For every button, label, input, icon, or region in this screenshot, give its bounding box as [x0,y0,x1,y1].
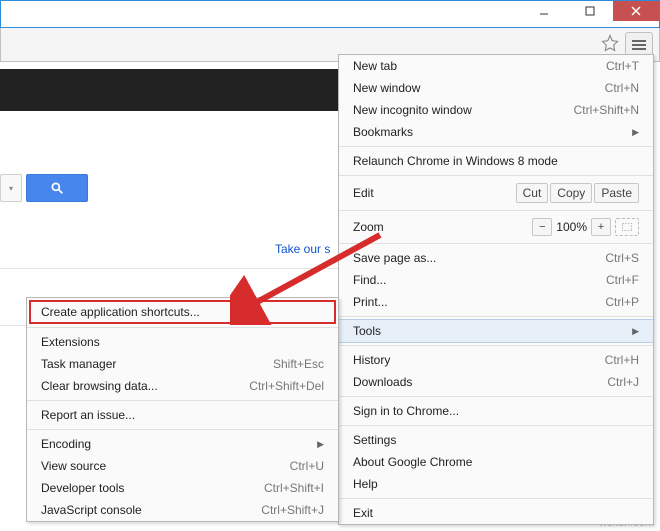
menu-exit[interactable]: Exit [339,502,653,524]
maximize-button[interactable] [567,1,613,21]
bookmark-star-icon[interactable] [601,34,619,55]
menu-relaunch-win8[interactable]: Relaunch Chrome in Windows 8 mode [339,150,653,172]
menu-print[interactable]: Print...Ctrl+P [339,291,653,313]
menu-history[interactable]: HistoryCtrl+H [339,349,653,371]
submenu-extensions[interactable]: Extensions [27,331,338,353]
zoom-in-button[interactable]: + [591,218,611,236]
submenu-view-source[interactable]: View sourceCtrl+U [27,455,338,477]
submenu-report-issue[interactable]: Report an issue... [27,404,338,426]
menu-new-tab[interactable]: New tabCtrl+T [339,55,653,77]
menu-downloads[interactable]: DownloadsCtrl+J [339,371,653,393]
window-titlebar [0,0,660,28]
close-button[interactable] [613,1,659,21]
menu-save-as[interactable]: Save page as...Ctrl+S [339,247,653,269]
submenu-encoding[interactable]: Encoding▶ [27,433,338,455]
menu-signin[interactable]: Sign in to Chrome... [339,400,653,422]
menu-about[interactable]: About Google Chrome [339,451,653,473]
menu-new-window[interactable]: New windowCtrl+N [339,77,653,99]
edit-cut-button[interactable]: Cut [516,183,549,203]
search-button[interactable] [26,174,88,202]
submenu-task-manager[interactable]: Task managerShift+Esc [27,353,338,375]
menu-zoom: Zoom − 100% + [339,214,653,240]
chevron-right-icon: ▶ [632,127,639,138]
menu-tools[interactable]: Tools▶ [339,319,653,343]
edit-copy-button[interactable]: Copy [550,183,592,203]
menu-find[interactable]: Find...Ctrl+F [339,269,653,291]
submenu-developer-tools[interactable]: Developer toolsCtrl+Shift+I [27,477,338,499]
submenu-clear-data[interactable]: Clear browsing data...Ctrl+Shift+Del [27,375,338,397]
submenu-create-shortcuts[interactable]: Create application shortcuts... [29,300,336,324]
chrome-main-menu: New tabCtrl+T New windowCtrl+N New incog… [338,54,654,525]
chevron-right-icon: ▶ [317,439,324,450]
menu-edit: Edit Cut Copy Paste [339,179,653,207]
survey-link[interactable]: Take our s [275,242,330,256]
zoom-out-button[interactable]: − [532,218,552,236]
tools-submenu: Create application shortcuts... Extensio… [26,297,339,522]
menu-settings[interactable]: Settings [339,429,653,451]
menu-bookmarks[interactable]: Bookmarks▶ [339,121,653,143]
zoom-level: 100% [556,220,587,234]
submenu-js-console[interactable]: JavaScript consoleCtrl+Shift+J [27,499,338,521]
menu-incognito[interactable]: New incognito windowCtrl+Shift+N [339,99,653,121]
page-header-bar [0,69,338,111]
fullscreen-button[interactable] [615,218,639,236]
menu-help[interactable]: Help [339,473,653,495]
chevron-right-icon: ▶ [632,326,639,337]
edit-paste-button[interactable]: Paste [594,183,639,203]
minimize-button[interactable] [521,1,567,21]
filter-dropdown[interactable]: ▾ [0,174,22,202]
